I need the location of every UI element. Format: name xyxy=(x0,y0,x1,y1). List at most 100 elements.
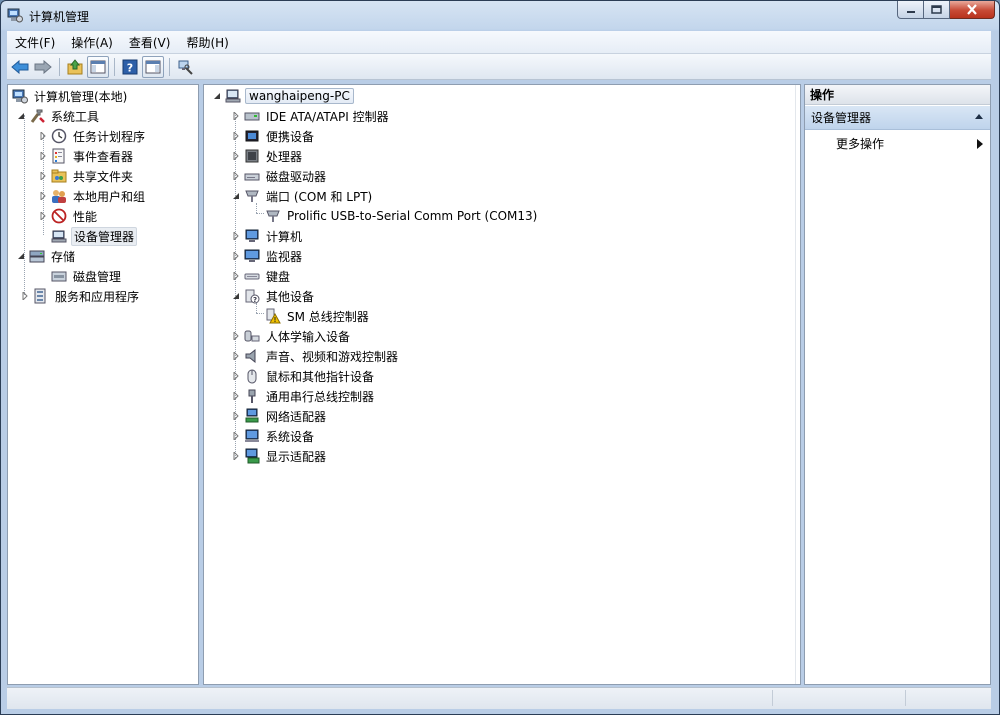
tree-item-task-scheduler[interactable]: 任务计划程序 xyxy=(38,126,147,146)
tree-item-event-viewer[interactable]: 事件查看器 xyxy=(38,146,135,166)
tree-item-disk-management[interactable]: 磁盘管理 xyxy=(51,266,123,286)
more-actions-item[interactable]: 更多操作 xyxy=(836,135,884,152)
portable-device-icon xyxy=(244,128,260,144)
back-button[interactable] xyxy=(9,56,31,78)
menu-file[interactable]: 文件(F) xyxy=(7,32,63,53)
expand-arrow-icon[interactable] xyxy=(38,211,48,221)
expand-arrow-icon[interactable] xyxy=(231,371,241,381)
show-hide-tree-icon xyxy=(90,60,106,73)
expand-arrow-icon[interactable] xyxy=(231,251,241,261)
tree-item-storage[interactable]: 存储 xyxy=(16,246,77,266)
tree-label: 键盘 xyxy=(266,269,291,284)
device-category-hid[interactable]: 人体学输入设备 xyxy=(231,326,352,346)
processor-icon xyxy=(244,148,260,164)
tree-item-device-manager[interactable]: 设备管理器 xyxy=(51,226,138,246)
device-category-sound[interactable]: 声音、视频和游戏控制器 xyxy=(231,346,400,366)
title-bar[interactable]: 计算机管理 xyxy=(1,1,999,31)
collapse-arrow-icon[interactable] xyxy=(231,191,241,201)
device-category-portable[interactable]: 便携设备 xyxy=(231,126,316,146)
expand-arrow-icon[interactable] xyxy=(231,431,241,441)
expand-arrow-icon[interactable] xyxy=(38,151,48,161)
show-hide-action-pane-button[interactable] xyxy=(142,55,164,78)
speaker-icon xyxy=(244,348,260,364)
expand-arrow-icon[interactable] xyxy=(231,231,241,241)
maximize-button[interactable] xyxy=(924,1,950,19)
menu-view[interactable]: 查看(V) xyxy=(121,32,179,53)
expand-arrow-icon[interactable] xyxy=(231,131,241,141)
expand-arrow-icon[interactable] xyxy=(231,411,241,421)
device-category-usb[interactable]: 通用串行总线控制器 xyxy=(231,386,376,406)
tree-label: wanghaipeng-PC xyxy=(245,88,354,104)
device-category-ide[interactable]: IDE ATA/ATAPI 控制器 xyxy=(231,106,391,126)
device-tree: wanghaipeng-PC IDE ATA/ATAPI 控制器 便携设备 处理… xyxy=(203,84,801,685)
device-category-network[interactable]: 网络适配器 xyxy=(231,406,328,426)
expand-arrow-icon[interactable] xyxy=(231,111,241,121)
expand-arrow-icon[interactable] xyxy=(20,291,30,301)
expand-arrow-icon[interactable] xyxy=(38,171,48,181)
properties-button[interactable] xyxy=(174,56,196,78)
tree-item-services-apps[interactable]: 服务和应用程序 xyxy=(20,286,141,306)
tree-item-system-tools[interactable]: 系统工具 xyxy=(16,106,101,126)
device-category-disk-drives[interactable]: 磁盘驱动器 xyxy=(231,166,328,186)
storage-icon xyxy=(29,248,45,264)
device-category-ports[interactable]: 端口 (COM 和 LPT) xyxy=(231,186,374,206)
collapse-up-icon[interactable] xyxy=(974,106,984,130)
menu-action[interactable]: 操作(A) xyxy=(63,32,121,53)
close-icon xyxy=(967,4,977,15)
toolbar: ? xyxy=(7,54,991,80)
device-manager-icon xyxy=(51,228,67,244)
expand-arrow-icon[interactable] xyxy=(231,331,241,341)
device-category-keyboard[interactable]: 键盘 xyxy=(231,266,292,286)
tree-item-computer-management[interactable]: 计算机管理(本地) xyxy=(12,86,129,106)
device-category-mice[interactable]: 鼠标和其他指针设备 xyxy=(231,366,376,386)
menu-bar: 文件(F) 操作(A) 查看(V) 帮助(H) xyxy=(7,31,991,54)
collapse-arrow-icon[interactable] xyxy=(16,251,26,261)
device-category-computer[interactable]: 计算机 xyxy=(231,226,304,246)
port-icon xyxy=(244,188,260,204)
collapse-arrow-icon[interactable] xyxy=(16,111,26,121)
device-category-other[interactable]: ? 其他设备 xyxy=(231,286,316,306)
computer-icon xyxy=(225,88,241,104)
device-category-processor[interactable]: 处理器 xyxy=(231,146,304,166)
tree-item-local-users[interactable]: 本地用户和组 xyxy=(38,186,147,206)
expand-arrow-icon[interactable] xyxy=(231,451,241,461)
tree-label: 设备管理器 xyxy=(71,226,138,246)
expand-arrow-icon[interactable] xyxy=(231,351,241,361)
expand-arrow-icon[interactable] xyxy=(38,131,48,141)
device-prolific-usb-serial[interactable]: Prolific USB-to-Serial Comm Port (COM13) xyxy=(265,206,539,226)
shared-folder-icon xyxy=(51,168,67,184)
minimize-button[interactable] xyxy=(897,1,924,19)
tree-item-performance[interactable]: 性能 xyxy=(38,206,99,226)
maximize-icon xyxy=(931,5,942,14)
forward-button[interactable] xyxy=(32,56,54,78)
expand-arrow-icon[interactable] xyxy=(231,271,241,281)
up-level-button[interactable] xyxy=(64,56,86,78)
device-tree-root[interactable]: wanghaipeng-PC xyxy=(212,86,354,106)
collapse-arrow-icon[interactable] xyxy=(212,91,222,101)
tree-label: 其他设备 xyxy=(266,289,315,304)
device-category-display[interactable]: 显示适配器 xyxy=(231,446,328,466)
help-button[interactable]: ? xyxy=(119,56,141,78)
computer-management-icon xyxy=(12,88,28,104)
expand-arrow-icon[interactable] xyxy=(231,391,241,401)
expand-arrow-icon[interactable] xyxy=(231,151,241,161)
tree-label: 人体学输入设备 xyxy=(266,329,351,344)
window-title: 计算机管理 xyxy=(29,10,90,24)
close-button[interactable] xyxy=(950,1,995,19)
device-category-monitor[interactable]: 监视器 xyxy=(231,246,304,266)
menu-help[interactable]: 帮助(H) xyxy=(178,32,236,53)
console-tree: 计算机管理(本地) 系统工具 任务计划程序 事件查看器 共享文件夹 本地用户和组… xyxy=(7,84,199,685)
submenu-arrow-icon xyxy=(976,138,984,152)
device-sm-bus-controller[interactable]: SM 总线控制器 xyxy=(265,306,371,326)
show-hide-tree-button[interactable] xyxy=(87,55,109,78)
tree-label: 端口 (COM 和 LPT) xyxy=(266,189,373,204)
tree-label: 显示适配器 xyxy=(266,449,327,464)
more-actions-label: 更多操作 xyxy=(836,137,885,151)
tree-item-shared-folders[interactable]: 共享文件夹 xyxy=(38,166,135,186)
expand-arrow-icon[interactable] xyxy=(231,171,241,181)
collapse-arrow-icon[interactable] xyxy=(231,291,241,301)
device-category-system[interactable]: 系统设备 xyxy=(231,426,316,446)
mouse-icon xyxy=(244,368,260,384)
expand-arrow-icon[interactable] xyxy=(38,191,48,201)
actions-section-device-manager[interactable]: 设备管理器 xyxy=(805,106,990,130)
